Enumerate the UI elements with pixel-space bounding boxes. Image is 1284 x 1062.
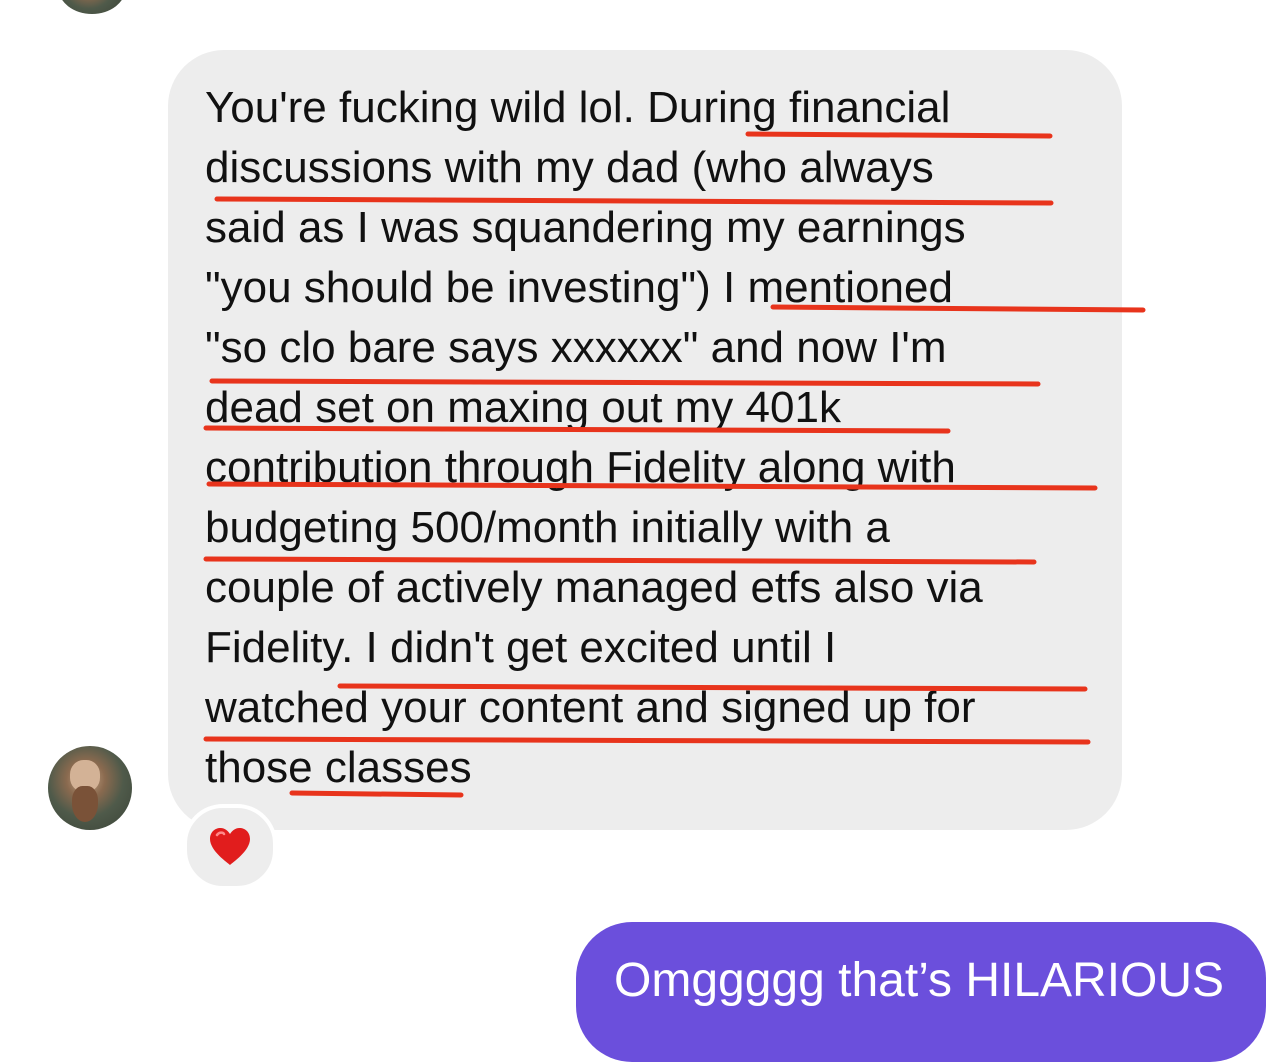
message-line: Fidelity. I didn't get excited until I [205, 623, 837, 672]
avatar-previous[interactable] [58, 0, 126, 14]
message-line: those classes [205, 743, 472, 792]
incoming-message-text: You're fucking wild lol. During financia… [205, 78, 1105, 798]
message-line: discussions with my dad (who always [205, 143, 934, 192]
heart-reaction[interactable] [183, 804, 277, 890]
message-line: couple of actively managed etfs also via [205, 563, 983, 612]
heart-icon [210, 828, 250, 865]
message-line: watched your content and signed up for [205, 683, 976, 732]
message-line: said as I was squandering my earnings [205, 203, 966, 252]
message-line: You're fucking wild lol. During financia… [205, 83, 951, 132]
sender-avatar[interactable] [48, 746, 132, 830]
outgoing-message-text: Omggggg that’s HILARIOUS [614, 954, 1225, 1007]
message-line: "you should be investing") I mentioned [205, 263, 953, 312]
message-line: dead set on maxing out my 401k [205, 383, 841, 432]
avatar-beard [72, 786, 98, 822]
message-line: budgeting 500/month initially with a [205, 503, 890, 552]
message-line: "so clo bare says xxxxxx" and now I'm [205, 323, 947, 372]
message-line: contribution through Fidelity along with [205, 443, 956, 492]
